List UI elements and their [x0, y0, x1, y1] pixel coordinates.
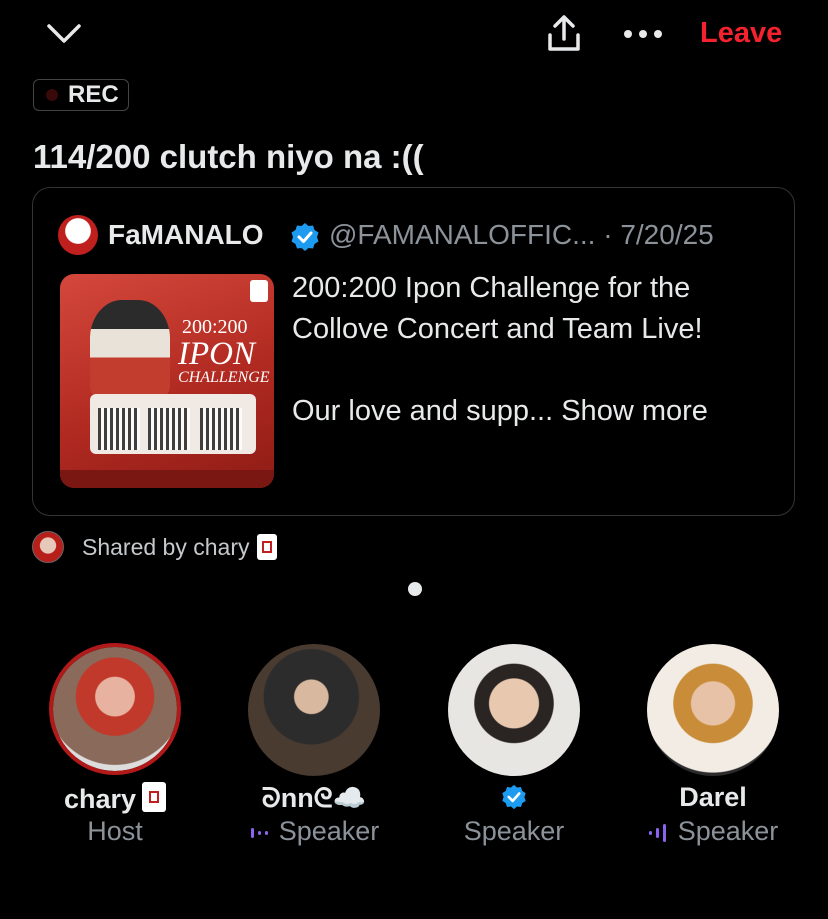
record-dot-icon: [46, 89, 58, 101]
more-options-icon[interactable]: [618, 20, 668, 48]
qr-code-icon: [98, 408, 140, 450]
post-image[interactable]: 200:200 IPON CHALLENGE: [60, 274, 274, 488]
speaker-avatar[interactable]: [448, 644, 580, 776]
participant-name: ᘐnnᘓ☁️: [261, 783, 367, 813]
participant-name: chary: [15, 782, 215, 815]
speaker-avatar[interactable]: [647, 644, 779, 776]
model-photo: [90, 300, 170, 396]
mahjong-tile-icon: [142, 782, 167, 812]
author-avatar[interactable]: [58, 215, 98, 255]
pinned-post-card[interactable]: FaMANALO @FAMANALOFFIC... · 7/20/25 200:…: [32, 187, 795, 516]
participant-name: Darel: [679, 782, 747, 812]
participant-name: [414, 782, 614, 813]
shared-by-text: Shared by chary: [82, 533, 250, 560]
space-title: 114/200 clutch niyo na :((: [33, 138, 424, 175]
qr-code-icon: [200, 408, 242, 450]
verified-badge-icon: [290, 222, 320, 252]
participant-role: Speaker: [613, 816, 813, 847]
post-text-truncated: Our love and supp...: [292, 395, 554, 427]
top-bar: Leave: [0, 0, 828, 70]
host-ring: [49, 643, 181, 775]
author-name[interactable]: FaMANALO: [108, 219, 264, 251]
qr-code-icon: [148, 408, 190, 450]
speaking-indicator-icon: [250, 827, 268, 838]
rec-label: REC: [68, 81, 119, 108]
shared-by-row: Shared by chary: [32, 531, 278, 563]
participant-role: Host: [87, 816, 143, 846]
image-footer: [60, 470, 274, 488]
image-text-line3: CHALLENGE: [178, 369, 270, 386]
show-more-link[interactable]: Show more: [561, 395, 708, 427]
author-handle-date: @FAMANALOFFIC... · 7/20/25: [329, 219, 714, 250]
post-text-line: 200:200 Ipon Challenge for the: [292, 272, 691, 304]
post-text: 200:200 Ipon Challenge for the Collove C…: [292, 268, 772, 432]
post-text-line: Collove Concert and Team Live!: [292, 313, 703, 345]
participant-role: Speaker: [214, 816, 414, 847]
chevron-down-icon[interactable]: [44, 18, 84, 50]
rec-badge: REC: [33, 79, 129, 111]
participants-row: chary Host ᘐnnᘓ☁️ Speaker Speaker Darel: [0, 640, 828, 860]
page-indicator-dot: [408, 582, 422, 596]
share-icon[interactable]: [540, 12, 588, 54]
participant-role: Speaker: [463, 816, 565, 846]
post-text-line: Our love and supp... Show more: [292, 391, 772, 432]
speaker-avatar[interactable]: [248, 644, 380, 776]
verified-badge-icon: [502, 784, 526, 810]
sharer-avatar[interactable]: [32, 531, 64, 563]
leave-button[interactable]: Leave: [700, 17, 782, 50]
speaking-indicator-icon: [648, 823, 666, 842]
mahjong-tile-icon: [257, 534, 278, 560]
image-text-line2: IPON: [178, 336, 255, 372]
mahjong-tile-icon: [250, 280, 268, 302]
